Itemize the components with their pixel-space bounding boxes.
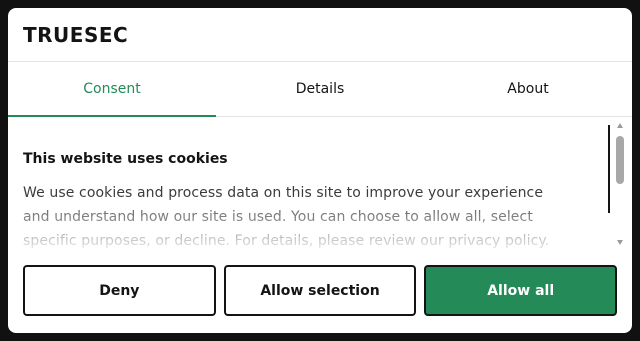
cookie-consent-dialog: TRUESEC Consent Details About This websi… [8,8,632,333]
scroll-up-arrow-icon[interactable] [617,123,623,128]
dialog-header: TRUESEC [8,8,632,62]
consent-button-row: Deny Allow selection Allow all [23,265,618,316]
consent-content: This website uses cookies We use cookies… [8,117,632,254]
tab-about[interactable]: About [424,62,632,116]
scroll-down-arrow-icon[interactable] [617,240,623,245]
scroll-track-rule [608,125,610,213]
scrollbar-thumb[interactable] [616,136,624,184]
content-scrollbar[interactable] [614,123,626,245]
allow-selection-button[interactable]: Allow selection [223,265,417,316]
deny-button[interactable]: Deny [23,265,216,316]
truesec-logo: TRUESEC [23,22,129,47]
allow-all-button[interactable]: Allow all [424,265,618,316]
consent-title: This website uses cookies [23,151,228,167]
tab-consent[interactable]: Consent [8,62,216,117]
consent-body-text: We use cookies and process data on this … [23,185,550,249]
consent-tabs: Consent Details About [8,62,632,117]
tab-details[interactable]: Details [216,62,424,116]
